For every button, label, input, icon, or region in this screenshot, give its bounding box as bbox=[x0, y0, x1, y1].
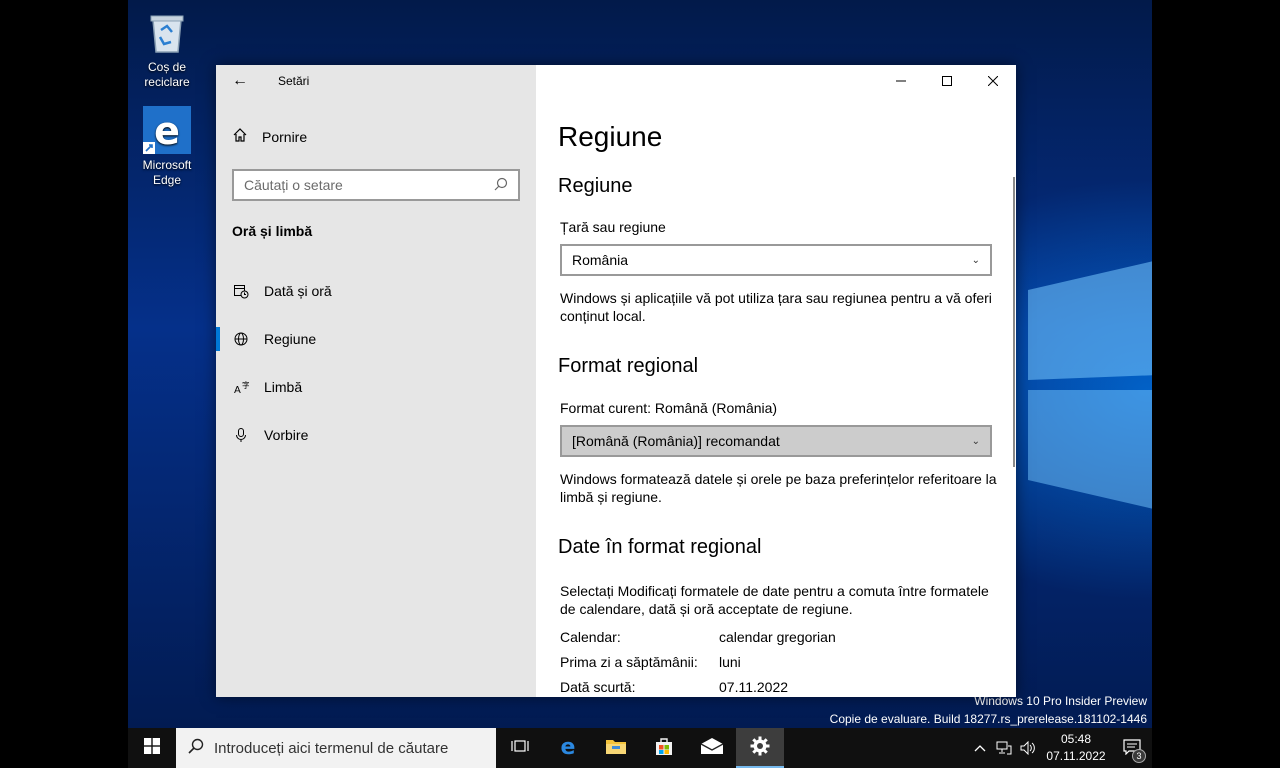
sidebar-item-speech[interactable]: Vorbire bbox=[216, 411, 536, 459]
sidebar: ← Setări Pornire Oră și limbă Dată și or… bbox=[216, 65, 536, 697]
sidebar-nav: Dată și oră Regiune A字 Limbă Vorbire bbox=[216, 267, 536, 459]
dates-heading: Date în format regional bbox=[558, 536, 762, 558]
action-center-button[interactable]: 3 bbox=[1112, 728, 1152, 768]
country-value: România bbox=[572, 252, 629, 268]
search-icon bbox=[494, 177, 508, 194]
home-button[interactable]: Pornire bbox=[232, 127, 307, 146]
chevron-down-icon: ⌄ bbox=[971, 435, 980, 447]
format-row-key: Dată scurtă: bbox=[560, 679, 636, 695]
window-title: Setări bbox=[278, 74, 310, 88]
store-bag-icon bbox=[654, 736, 674, 761]
format-row-key: Calendar: bbox=[560, 629, 621, 645]
sidebar-item-language[interactable]: A字 Limbă bbox=[216, 363, 536, 411]
format-row-value: luni bbox=[719, 654, 741, 670]
calendar-clock-icon bbox=[232, 282, 250, 300]
dates-description: Selectați Modificați formatele de date p… bbox=[560, 583, 989, 617]
regional-format-value: [Română (România)] recomandat bbox=[572, 433, 780, 449]
folder-icon bbox=[605, 737, 627, 760]
system-tray: 05:48 07.11.2022 3 bbox=[968, 728, 1152, 768]
task-view-icon bbox=[511, 738, 529, 759]
region-description: Windows și aplicațiile vă pot utiliza ța… bbox=[560, 290, 992, 324]
country-label: Țară sau regiune bbox=[560, 219, 666, 235]
network-icon[interactable] bbox=[992, 741, 1016, 755]
chevron-up-icon[interactable] bbox=[968, 744, 992, 752]
page-title: Regiune bbox=[558, 121, 663, 152]
chevron-down-icon: ⌄ bbox=[971, 254, 980, 266]
minimize-icon bbox=[896, 73, 906, 89]
desktop-icon-label: Edge bbox=[152, 173, 182, 187]
format-row-value: calendar gregorian bbox=[719, 629, 836, 645]
format-row-value: 07.11.2022 bbox=[719, 679, 789, 695]
home-icon bbox=[232, 127, 248, 146]
desktop-icon-edge[interactable]: e Microsoft Edge bbox=[128, 106, 206, 188]
maximize-button[interactable] bbox=[924, 65, 970, 97]
search-input[interactable] bbox=[244, 177, 494, 193]
sidebar-item-date-time[interactable]: Dată și oră bbox=[216, 267, 536, 315]
search-icon bbox=[188, 738, 204, 758]
svg-text:A: A bbox=[234, 385, 241, 395]
arrow-left-icon: ← bbox=[232, 72, 248, 89]
clock-time: 05:48 bbox=[1060, 732, 1092, 746]
taskbar-edge-button[interactable]: e bbox=[544, 728, 592, 768]
clock-date: 07.11.2022 bbox=[1046, 749, 1106, 763]
close-button[interactable] bbox=[970, 65, 1016, 97]
taskbar: Introduceți aici termenul de căutare e 0… bbox=[128, 728, 1152, 768]
home-label: Pornire bbox=[262, 128, 308, 145]
os-watermark: Windows 10 Pro Insider Preview Copie de … bbox=[830, 692, 1147, 728]
taskbar-mail-button[interactable] bbox=[688, 728, 736, 768]
taskbar-search[interactable]: Introduceți aici termenul de căutare bbox=[176, 728, 496, 768]
volume-icon[interactable] bbox=[1016, 741, 1040, 755]
globe-icon bbox=[232, 330, 250, 348]
back-button[interactable]: ← bbox=[224, 69, 256, 93]
windows-start-icon bbox=[144, 737, 160, 759]
clock[interactable]: 05:48 07.11.2022 bbox=[1040, 731, 1112, 765]
scrollbar[interactable] bbox=[1013, 177, 1015, 467]
watermark-line: Copie de evaluare. Build 18277.rs_prerel… bbox=[829, 712, 1147, 726]
svg-text:e: e bbox=[561, 735, 576, 757]
taskbar-settings-button[interactable] bbox=[736, 728, 784, 768]
region-heading: Regiune bbox=[558, 175, 633, 197]
edge-icon: e bbox=[557, 735, 579, 762]
sidebar-item-label: Dată și oră bbox=[264, 283, 332, 299]
task-view-button[interactable] bbox=[496, 728, 544, 768]
format-row-key: Prima zi a săptămânii: bbox=[560, 654, 698, 670]
language-icon: A字 bbox=[232, 378, 250, 396]
main-content: Regiune Regiune Țară sau regiune România… bbox=[536, 65, 1016, 697]
settings-search[interactable] bbox=[232, 169, 520, 201]
country-dropdown[interactable]: România ⌄ bbox=[560, 244, 992, 276]
section-label: Oră și limbă bbox=[232, 223, 313, 239]
desktop-icon-label: reciclare bbox=[144, 75, 190, 89]
format-description: Windows formatează datele și orele pe ba… bbox=[560, 471, 997, 505]
desktop-icon-recycle-bin[interactable]: Coș de reciclare bbox=[128, 8, 206, 90]
svg-text:字: 字 bbox=[242, 380, 249, 390]
windows-logo-wallpaper bbox=[1028, 261, 1152, 509]
recycle-bin-icon bbox=[143, 8, 191, 56]
close-icon bbox=[987, 73, 999, 89]
regional-format-dropdown[interactable]: [Română (România)] recomandat ⌄ bbox=[560, 425, 992, 457]
taskbar-search-placeholder: Introduceți aici termenul de căutare bbox=[214, 739, 449, 757]
gear-icon bbox=[750, 736, 770, 761]
sidebar-item-label: Vorbire bbox=[264, 427, 309, 443]
taskbar-file-explorer-button[interactable] bbox=[592, 728, 640, 768]
sidebar-item-label: Limbă bbox=[264, 379, 303, 395]
notification-count-badge: 3 bbox=[1132, 749, 1146, 763]
current-format-label: Format curent: Română (România) bbox=[560, 400, 778, 416]
svg-text:e: e bbox=[154, 109, 180, 153]
sidebar-item-region[interactable]: Regiune bbox=[216, 315, 536, 363]
desktop-icon-label: Microsoft bbox=[142, 158, 192, 172]
format-heading: Format regional bbox=[558, 355, 699, 377]
settings-window: ← Setări Pornire Oră și limbă Dată și or… bbox=[216, 65, 1016, 697]
start-button[interactable] bbox=[128, 728, 176, 768]
maximize-icon bbox=[942, 73, 952, 89]
minimize-button[interactable] bbox=[878, 65, 924, 97]
desktop-icon-label: Coș de bbox=[147, 60, 187, 74]
sidebar-item-label: Regiune bbox=[264, 331, 317, 347]
mail-icon bbox=[700, 737, 724, 760]
taskbar-store-button[interactable] bbox=[640, 728, 688, 768]
microphone-icon bbox=[232, 426, 250, 444]
edge-icon: e bbox=[143, 106, 191, 154]
